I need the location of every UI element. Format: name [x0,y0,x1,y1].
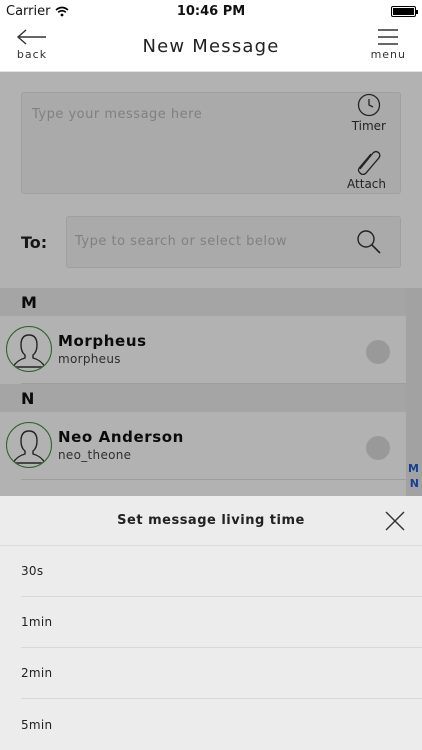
hamburger-icon [378,29,399,45]
menu-label: menu [370,48,406,61]
menu-button[interactable]: menu [371,28,406,61]
sheet-header: Set message living time [0,496,422,546]
back-label: back [16,48,48,61]
modal-backdrop[interactable] [0,72,422,496]
carrier-label: Carrier [6,3,51,19]
status-bar: Carrier 10:46 PM [0,0,422,22]
close-icon[interactable] [382,508,408,534]
page-title: New Message [142,36,280,57]
nav-bar: back New Message menu [0,22,422,72]
status-left: Carrier [6,4,69,19]
option-5min[interactable]: 5min [21,699,422,750]
option-30s[interactable]: 30s [21,546,422,597]
option-1min[interactable]: 1min [21,597,422,648]
living-time-sheet: Set message living time 30s 1min 2min 5m… [0,496,422,750]
sheet-title: Set message living time [117,513,305,528]
option-2min[interactable]: 2min [21,648,422,699]
arrow-left-icon [16,29,46,45]
back-button[interactable]: back [16,28,48,61]
battery-icon [391,5,418,17]
wifi-icon [55,6,69,16]
